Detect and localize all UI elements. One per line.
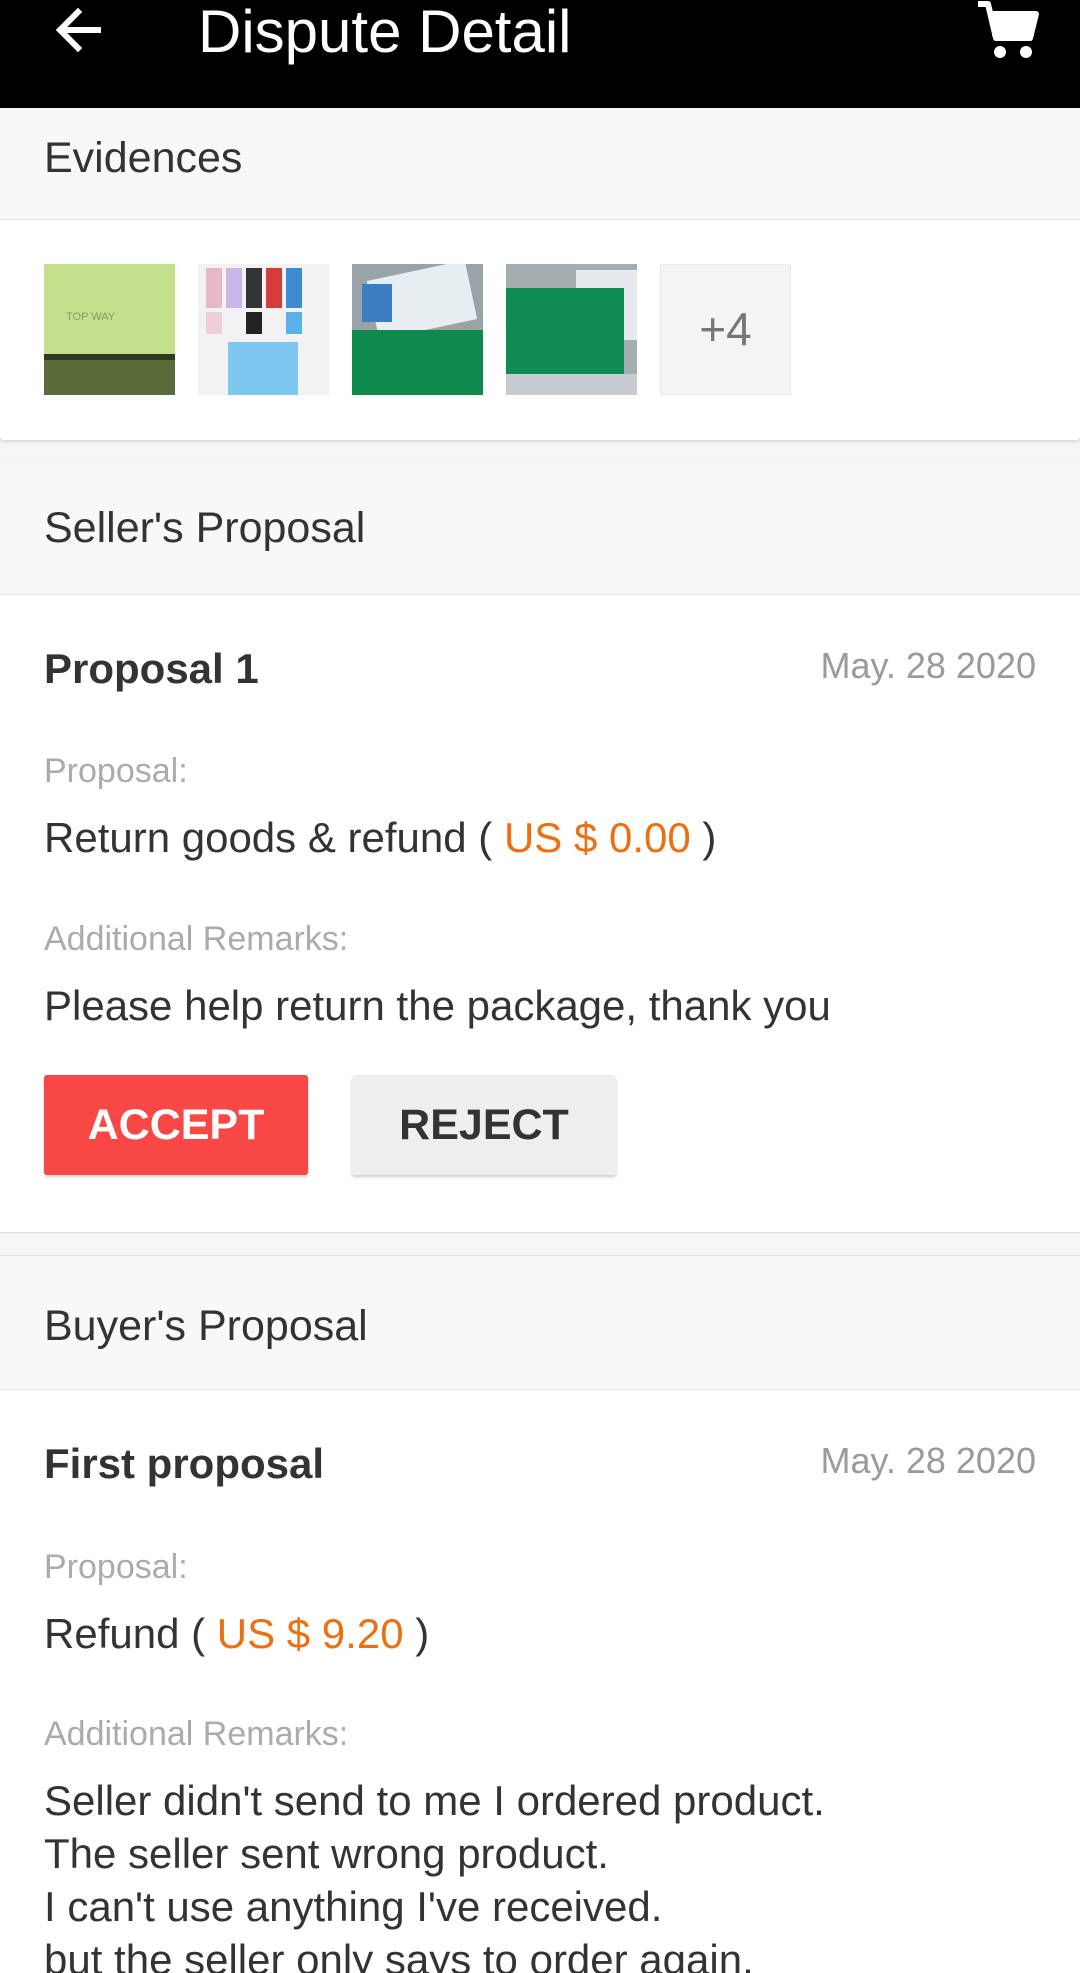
accept-button[interactable]: ACCEPT — [44, 1075, 308, 1175]
seller-proposal-header: Seller's Proposal — [0, 462, 1080, 595]
proposal-type: Refund ( — [44, 1610, 206, 1657]
evidence-photo-2 — [198, 264, 329, 395]
top-app-bar: Dispute Detail — [0, 0, 1080, 108]
proposal-amount: US $ 0.00 — [503, 814, 691, 861]
page-title: Dispute Detail — [198, 0, 572, 65]
proposal-title: First proposal — [44, 1440, 325, 1487]
proposal-suffix: ) — [702, 814, 717, 861]
proposal-label: Proposal: — [44, 752, 188, 790]
evidence-photo-4 — [506, 264, 637, 395]
evidence-photo-3 — [352, 264, 483, 395]
evidence-thumb-brand-text: TOP WAY — [66, 311, 116, 323]
proposal-date: May. 28 2020 — [820, 1440, 1036, 1481]
remarks-label: Additional Remarks: — [44, 920, 349, 958]
cart-icon — [978, 1, 1039, 58]
proposal-suffix: ) — [415, 1610, 430, 1657]
proposal-label: Proposal: — [44, 1548, 188, 1586]
cart-button[interactable] — [974, 0, 1040, 64]
dispute-detail-screen: Dispute Detail Evidences TOP WAY +4 Sell… — [0, 0, 1080, 1973]
evidence-thumbnail-1[interactable]: TOP WAY — [44, 264, 175, 395]
evidence-thumbnail-3[interactable] — [352, 264, 483, 395]
buyer-proposal-header: Buyer's Proposal — [0, 1255, 1080, 1390]
remarks-line: but the seller only says to order again. — [44, 1936, 754, 1973]
buyer-proposal-card: First proposal May. 28 2020 Proposal: Re… — [0, 1390, 1080, 1973]
back-button[interactable] — [48, 0, 108, 64]
remarks-line: Seller didn't send to me I ordered produ… — [44, 1777, 825, 1824]
evidence-thumbnail-2[interactable] — [198, 264, 329, 395]
more-evidences-button[interactable]: +4 — [660, 264, 791, 395]
remarks-line: The seller sent wrong product. — [44, 1830, 609, 1877]
proposal-type: Return goods & refund ( — [44, 814, 493, 861]
proposal-title: Proposal 1 — [44, 645, 259, 692]
seller-proposal-title: Seller's Proposal — [44, 504, 366, 552]
evidences-header: Evidences — [0, 108, 1080, 220]
buyer-proposal-title: Buyer's Proposal — [44, 1302, 368, 1350]
evidences-title: Evidences — [44, 134, 243, 182]
evidences-gallery: TOP WAY +4 — [0, 220, 1080, 440]
proposal-value: Refund ( US $ 9.20 ) — [44, 1610, 429, 1658]
proposal-amount: US $ 9.20 — [216, 1610, 404, 1657]
proposal-date: May. 28 2020 — [820, 645, 1036, 686]
remarks-label: Additional Remarks: — [44, 1715, 349, 1753]
remarks-line: I can't use anything I've received. — [44, 1883, 663, 1930]
proposal-value: Return goods & refund ( US $ 0.00 ) — [44, 814, 716, 862]
evidence-photo-1: TOP WAY — [44, 264, 175, 395]
arrow-left-icon — [55, 7, 101, 53]
seller-proposal-card: Proposal 1 May. 28 2020 Proposal: Return… — [0, 595, 1080, 1233]
evidence-thumbnail-4[interactable] — [506, 264, 637, 395]
reject-button[interactable]: REJECT — [352, 1075, 616, 1175]
remarks-text: Please help return the package, thank yo… — [44, 982, 831, 1029]
